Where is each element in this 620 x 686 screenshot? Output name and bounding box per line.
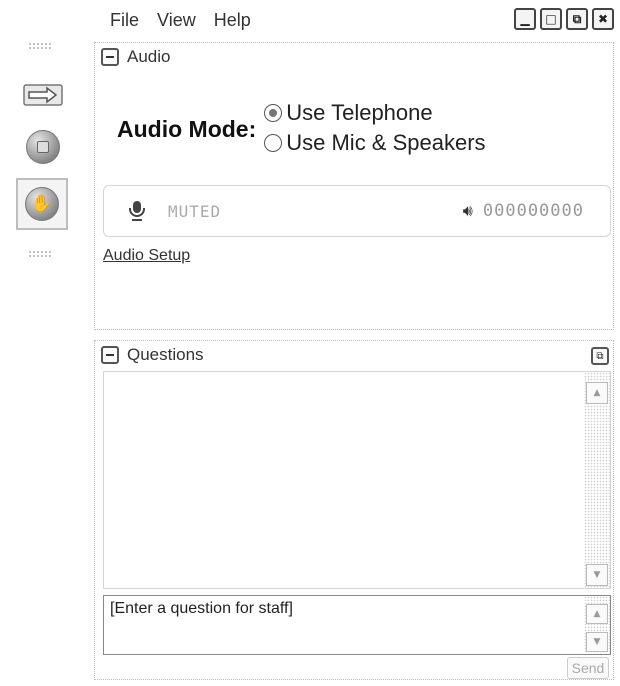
window-controls: ▁ □ ⧉ ✖ [514, 8, 614, 30]
microphone-icon [128, 200, 146, 222]
left-toolbar: ✋ [0, 40, 80, 280]
questions-panel: Questions ⧉ ▲ ▼ [Enter a question for st… [94, 340, 614, 680]
minimize-button[interactable]: ▁ [514, 8, 536, 30]
question-input-scrollbar[interactable]: ▲ ▼ [584, 596, 610, 654]
menu-help[interactable]: Help [214, 10, 251, 31]
raise-hand-button[interactable]: ✋ [16, 178, 68, 230]
questions-panel-header: Questions [95, 341, 613, 369]
scroll-down-button[interactable]: ▼ [586, 564, 608, 586]
arrow-tool-button[interactable] [20, 74, 66, 120]
audio-setup-link[interactable]: Audio Setup [103, 247, 190, 265]
audio-panel: Audio Audio Mode: Use Telephone Use Mic … [94, 42, 614, 330]
maximize-icon: □ [545, 12, 557, 26]
mic-status-text: MUTED [168, 201, 222, 221]
popout-button[interactable]: ⧉ [591, 347, 609, 365]
audio-collapse-button[interactable] [101, 48, 119, 66]
popout-icon: ⧉ [596, 350, 604, 362]
arrow-icon [23, 82, 63, 112]
questions-panel-title: Questions [127, 345, 204, 364]
audio-mode-label: Audio Mode: [117, 116, 257, 142]
menu-view[interactable]: View [157, 10, 196, 31]
close-icon: ✖ [597, 12, 609, 26]
questions-list-scrollbar[interactable]: ▲ ▼ [584, 372, 610, 588]
scroll-up-icon: ▲ [593, 609, 601, 619]
toolbar-grip-top[interactable] [28, 42, 52, 50]
speaker-icon: 🔊︎ [462, 201, 473, 220]
stop-tool-button[interactable] [20, 124, 66, 170]
use-mic-speakers-label: Use Mic & Speakers [286, 130, 486, 155]
scroll-up-button[interactable]: ▲ [586, 382, 608, 404]
question-input-placeholder: [Enter a question for staff] [110, 600, 293, 617]
scroll-down-icon: ▼ [593, 637, 601, 647]
audio-mode-row: Audio Mode: Use Telephone Use Mic & Spea… [117, 98, 486, 158]
close-button[interactable]: ✖ [592, 8, 614, 30]
minimize-icon: ▁ [520, 12, 530, 26]
questions-list[interactable]: ▲ ▼ [103, 371, 611, 589]
question-input[interactable]: [Enter a question for staff] ▲ ▼ [103, 595, 611, 655]
questions-collapse-button[interactable] [101, 346, 119, 364]
audio-level-readout: 000000000 [482, 201, 584, 221]
restore-icon: ⧉ [572, 11, 582, 26]
use-mic-speakers-radio[interactable] [264, 134, 283, 152]
raise-hand-icon: ✋ [25, 187, 59, 221]
maximize-button[interactable]: □ [540, 8, 562, 30]
audio-panel-header: Audio [95, 43, 613, 71]
scroll-up-icon: ▲ [593, 388, 601, 398]
audio-status-box: MUTED 🔊︎ 000000000 [103, 185, 611, 237]
use-mic-speakers-option[interactable]: Use Mic & Speakers [264, 128, 486, 158]
restore-button[interactable]: ⧉ [566, 8, 588, 30]
menu-file[interactable]: File [110, 10, 139, 31]
stop-icon [26, 130, 60, 164]
input-scroll-up-button[interactable]: ▲ [586, 604, 608, 624]
use-telephone-label: Use Telephone [286, 100, 433, 125]
audio-panel-title: Audio [127, 47, 171, 66]
input-scroll-down-button[interactable]: ▼ [586, 632, 608, 652]
menu-bar: File View Help [110, 6, 251, 34]
use-telephone-option[interactable]: Use Telephone [264, 98, 485, 128]
audio-mode-radio-group: Use Telephone Use Mic & Speakers [264, 98, 486, 158]
scroll-down-icon: ▼ [593, 570, 601, 580]
use-telephone-radio[interactable] [264, 104, 283, 122]
send-button[interactable]: Send [567, 657, 609, 679]
toolbar-grip-bottom[interactable] [28, 250, 52, 258]
